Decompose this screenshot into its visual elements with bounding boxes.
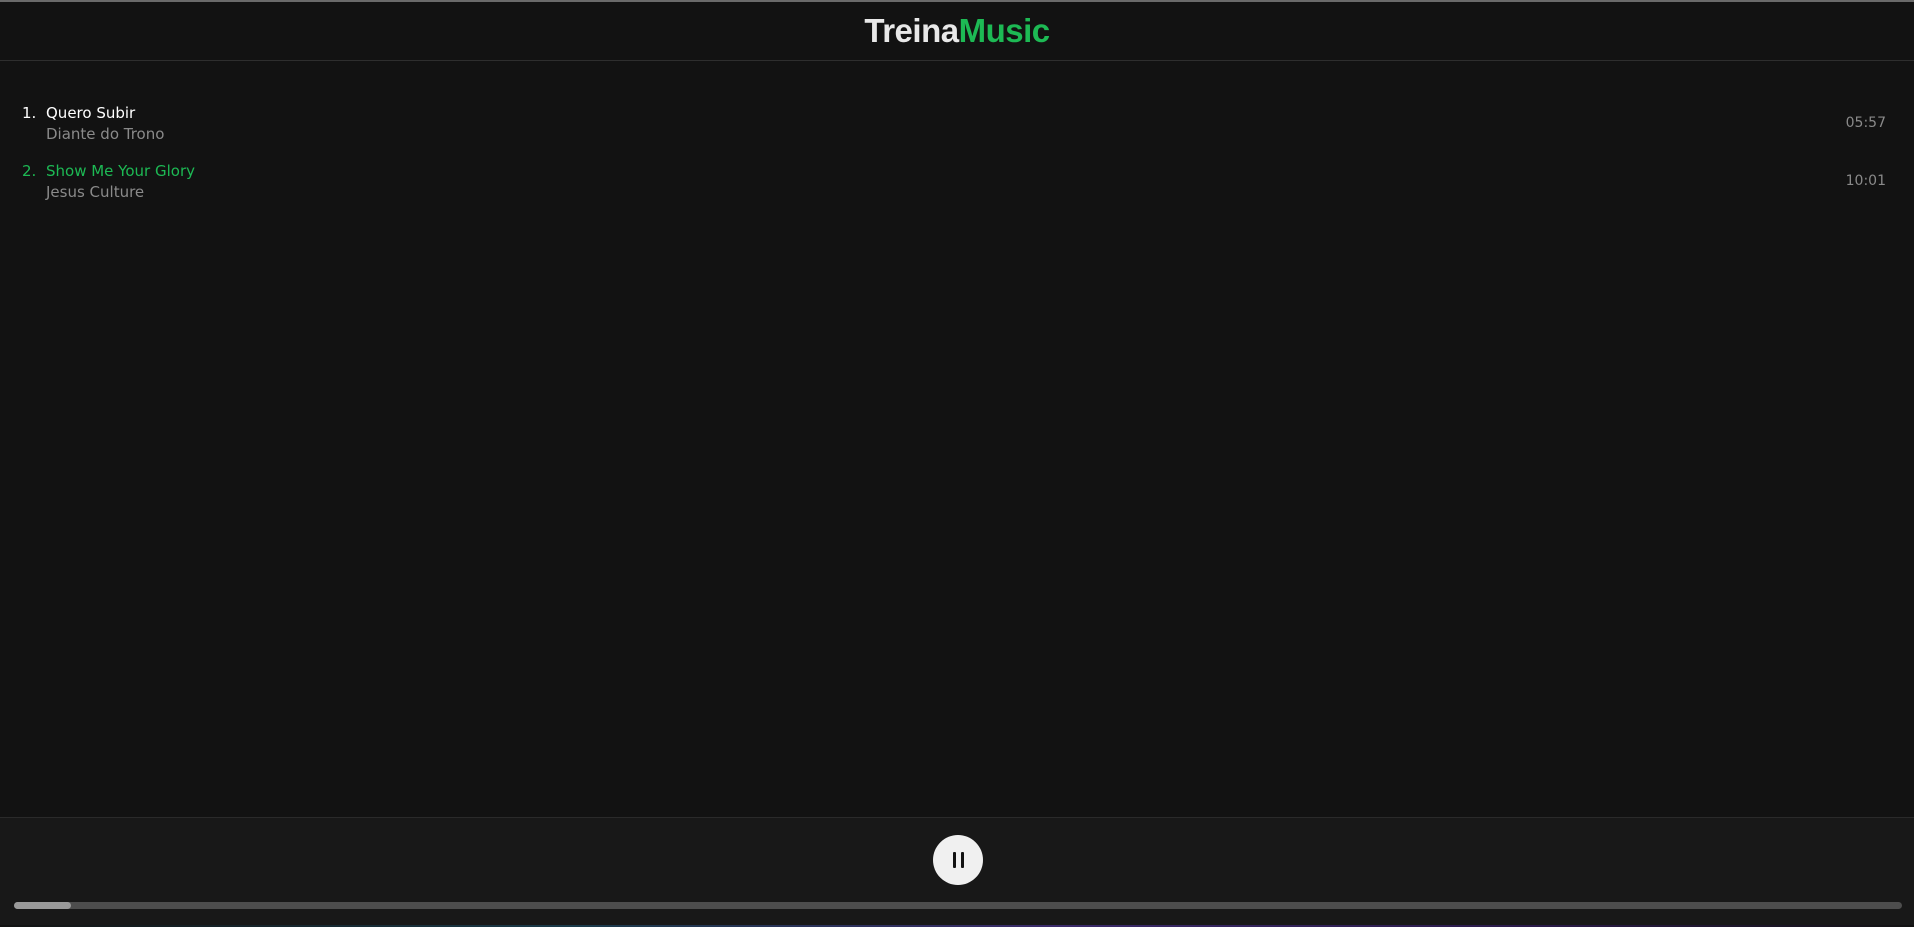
track-number: 2.	[22, 162, 37, 180]
track-list: 1. Quero Subir Diante do Trono 05:57 2. …	[0, 98, 1914, 214]
track-duration: 10:01	[1845, 173, 1886, 189]
track-duration: 05:57	[1845, 115, 1886, 131]
player-bar	[0, 817, 1914, 927]
track-title: Quero Subir	[46, 104, 136, 122]
track-item-1[interactable]: 1. Quero Subir Diante do Trono 05:57	[0, 98, 1914, 156]
pause-button[interactable]	[933, 835, 983, 885]
track-artist: Jesus Culture	[46, 183, 145, 201]
logo-text-treina: Treina	[864, 12, 959, 49]
logo-text-music: Music	[958, 12, 1051, 49]
track-title: Show Me Your Glory	[46, 162, 195, 180]
app-logo: TreinaMusic	[864, 12, 1051, 50]
app-header: TreinaMusic	[0, 2, 1914, 61]
pause-icon	[952, 852, 964, 868]
track-artist: Diante do Trono	[46, 125, 165, 143]
progress-fill	[14, 902, 71, 909]
track-number: 1.	[22, 104, 37, 122]
progress-bar[interactable]	[14, 902, 1902, 909]
track-item-2[interactable]: 2. Show Me Your Glory Jesus Culture 10:0…	[0, 156, 1914, 214]
